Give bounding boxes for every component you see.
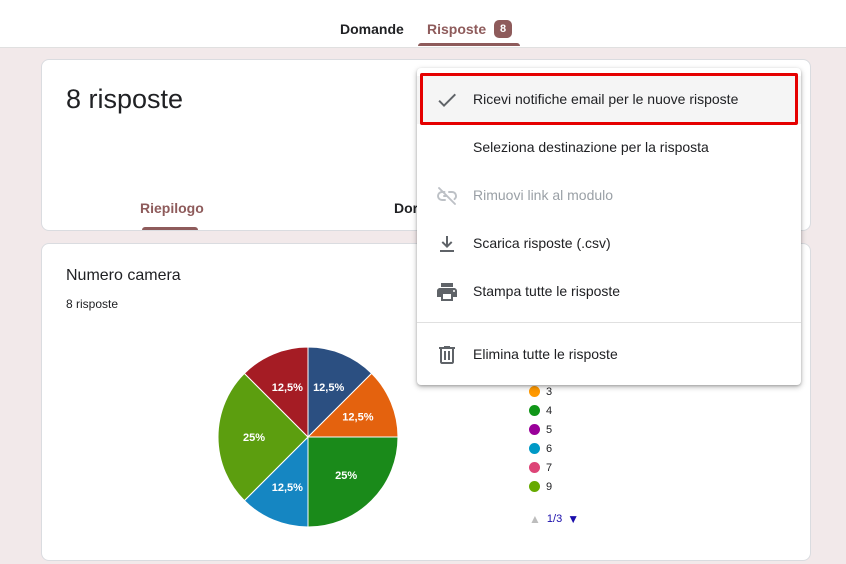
responses-count-badge: 8 bbox=[494, 20, 512, 38]
menu-item-delete-all[interactable]: Elimina tutte le risposte bbox=[417, 331, 801, 379]
legend-color-dot bbox=[529, 462, 540, 473]
link-off-icon bbox=[435, 184, 459, 208]
legend-color-dot bbox=[529, 481, 540, 492]
legend-label: 3 bbox=[546, 385, 553, 398]
menu-item-label: Rimuovi link al modulo bbox=[473, 187, 614, 203]
pager-text: 1/3 bbox=[546, 513, 563, 525]
menu-item-select-destination[interactable]: Seleziona destinazione per la risposta bbox=[417, 124, 801, 172]
menu-divider bbox=[417, 322, 801, 323]
response-count-title: 8 risposte bbox=[66, 84, 184, 114]
question-title: Numero camera bbox=[66, 267, 181, 284]
pie-slice-label: 25% bbox=[335, 470, 357, 482]
menu-item-print-all[interactable]: Stampa tutte le risposte bbox=[417, 268, 801, 316]
subtab-domanda[interactable]: Dor bbox=[394, 200, 418, 216]
menu-item-label: Seleziona destinazione per la risposta bbox=[473, 139, 709, 155]
pie-slice-label: 12,5% bbox=[272, 382, 303, 394]
pie-slice-label: 25% bbox=[243, 432, 265, 444]
menu-item-download-csv[interactable]: Scarica risposte (.csv) bbox=[417, 220, 801, 268]
pie-slice-label: 12,5% bbox=[272, 482, 303, 494]
legend-pager: ▲ 1/3 ▼ bbox=[529, 512, 579, 526]
menu-item-unlink-form[interactable]: Rimuovi link al modulo bbox=[417, 172, 801, 220]
legend-label: 5 bbox=[546, 423, 553, 436]
chart-legend: 3 4 5 6 7 9 bbox=[529, 382, 552, 496]
legend-item: 6 bbox=[529, 439, 552, 458]
legend-item: 4 bbox=[529, 401, 552, 420]
legend-color-dot bbox=[529, 405, 540, 416]
print-icon bbox=[435, 280, 459, 304]
legend-color-dot bbox=[529, 424, 540, 435]
active-tab-indicator bbox=[418, 43, 520, 46]
pie-chart: 12,5% 12,5% 25% 12,5% 25% 12,5% bbox=[217, 346, 399, 528]
question-response-count: 8 risposte bbox=[66, 297, 119, 311]
menu-item-label: Scarica risposte (.csv) bbox=[473, 235, 611, 251]
subtab-riepilogo[interactable]: Riepilogo bbox=[140, 200, 204, 216]
pager-up-icon[interactable]: ▲ bbox=[529, 512, 541, 526]
responses-options-menu: Ricevi notifiche email per le nuove risp… bbox=[417, 68, 801, 385]
legend-label: 4 bbox=[546, 404, 553, 417]
menu-item-label: Elimina tutte le risposte bbox=[473, 346, 618, 362]
legend-label: 7 bbox=[546, 461, 553, 474]
tab-risposte[interactable]: Risposte bbox=[427, 21, 486, 37]
menu-item-label: Stampa tutte le risposte bbox=[473, 283, 621, 299]
pie-slice-label: 12,5% bbox=[342, 411, 373, 423]
download-icon bbox=[435, 232, 459, 256]
highlight-annotation-box bbox=[420, 73, 798, 125]
legend-item: 7 bbox=[529, 458, 552, 477]
trash-icon bbox=[435, 343, 459, 367]
legend-item: 9 bbox=[529, 477, 552, 496]
legend-label: 9 bbox=[546, 480, 553, 493]
tab-domande[interactable]: Domande bbox=[340, 21, 404, 37]
top-tab-bar: Domande Risposte 8 bbox=[0, 0, 846, 48]
legend-item: 5 bbox=[529, 420, 552, 439]
legend-color-dot bbox=[529, 443, 540, 454]
pager-down-icon[interactable]: ▼ bbox=[567, 512, 579, 526]
subtab-active-indicator bbox=[142, 227, 198, 230]
legend-color-dot bbox=[529, 386, 540, 397]
legend-label: 6 bbox=[546, 442, 553, 455]
pie-slice-label: 12,5% bbox=[313, 382, 344, 394]
